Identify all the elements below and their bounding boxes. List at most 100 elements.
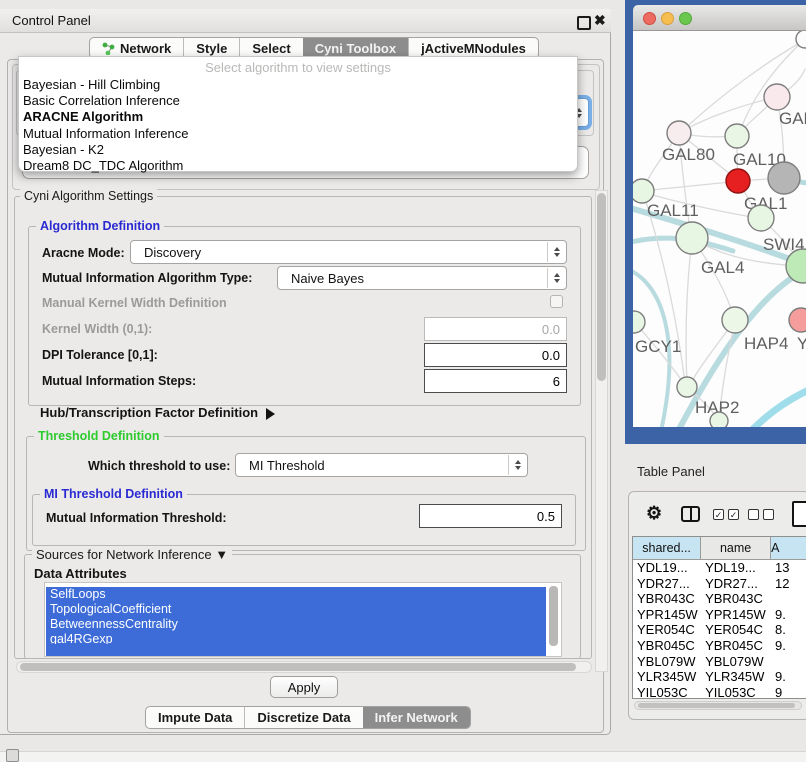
list-item[interactable]: TopologicalCoefficient	[46, 602, 546, 617]
popup-item[interactable]: Basic Correlation Inference	[19, 93, 577, 109]
network-window-titlebar	[633, 5, 806, 31]
dpi-tolerance-value: 0.0	[542, 348, 560, 363]
network-node-gal1[interactable]	[726, 169, 750, 193]
popup-item[interactable]: ARACNE Algorithm	[19, 109, 577, 125]
tab-jactivemnodules[interactable]: jActiveMNodules	[408, 38, 538, 58]
network-icon	[102, 42, 115, 55]
settings-vertical-scrollbar-thumb[interactable]	[597, 193, 606, 381]
network-edge[interactable]	[751, 387, 806, 427]
minimize-traffic-light-icon[interactable]	[661, 12, 674, 25]
manual-kernel-checkbox[interactable]	[550, 295, 563, 308]
float-window-icon[interactable]	[577, 16, 591, 30]
network-node-hap2[interactable]	[677, 377, 697, 397]
close-icon[interactable]: ✖	[594, 12, 606, 29]
close-traffic-light-icon[interactable]	[643, 12, 656, 25]
node-label: GAL11	[647, 201, 699, 220]
node-label: HAP4	[744, 334, 788, 353]
aracne-mode-label: Aracne Mode:	[42, 246, 125, 260]
table-row[interactable]: YIL053CYIL053C9	[633, 685, 806, 699]
bottom-tabs: Impute DataDiscretize DataInfer Network	[145, 706, 471, 729]
popup-item[interactable]: Bayesian - Hill Climbing	[19, 77, 577, 93]
column-header-1[interactable]: shared...	[633, 537, 701, 559]
tab-label: Style	[196, 41, 227, 56]
table-cell: YBR043C	[701, 591, 771, 607]
mi-steps-field[interactable]: 6	[424, 369, 567, 393]
table-cell: 13	[771, 560, 806, 576]
unchecked-columns-icon[interactable]	[748, 509, 774, 520]
minimized-panel-icon[interactable]	[6, 749, 19, 762]
data-attributes-list[interactable]: SelfLoopsTopologicalCoefficientBetweenne…	[44, 582, 562, 657]
network-canvas[interactable]: GALGAL80GAL10GAL1GAL11SWI4GAL4GCY1HAP4YH…	[633, 31, 806, 427]
algorithm-definition-title: Algorithm Definition	[36, 219, 164, 233]
tab-cyni-toolbox[interactable]: Cyni Toolbox	[303, 38, 408, 58]
column-header-2[interactable]: name	[701, 537, 771, 559]
mi-threshold-field[interactable]: 0.5	[419, 504, 562, 528]
tab-infer-network[interactable]: Infer Network	[363, 707, 470, 728]
tab-network[interactable]: Network	[90, 38, 183, 58]
table-row[interactable]: YBL079WYBL079W	[633, 654, 806, 670]
network-node-gal11[interactable]	[633, 179, 654, 203]
table-row[interactable]: YPR145WYPR145W9.	[633, 607, 806, 623]
network-node-y[interactable]	[789, 308, 806, 332]
which-threshold-combo[interactable]: MI Threshold	[235, 453, 528, 477]
network-node[interactable]	[768, 162, 800, 194]
expanded-arrow-icon: ▼	[215, 547, 228, 562]
tab-label: Select	[252, 41, 290, 56]
popup-item[interactable]: Dream8 DC_TDC Algorithm	[19, 158, 577, 174]
network-node-gal4[interactable]	[676, 222, 708, 254]
apply-button[interactable]: Apply	[270, 676, 338, 698]
tab-style[interactable]: Style	[183, 38, 239, 58]
column-header-3[interactable]: A	[771, 537, 806, 559]
list-item[interactable]	[46, 644, 546, 657]
network-node-swi4[interactable]	[748, 205, 774, 231]
table-horizontal-scrollbar-thumb[interactable]	[638, 703, 795, 708]
network-node-gal80[interactable]	[667, 121, 691, 145]
columns-icon[interactable]	[681, 506, 700, 522]
network-node-gal10[interactable]	[725, 124, 749, 148]
network-node[interactable]	[710, 412, 728, 427]
tab-select[interactable]: Select	[239, 38, 302, 58]
list-item[interactable]: BetweennessCentrality	[46, 617, 546, 632]
network-node-hap4[interactable]	[722, 307, 748, 333]
network-edge[interactable]	[643, 181, 738, 191]
popup-item[interactable]: Mutual Information Inference	[19, 126, 577, 142]
kernel-width-field[interactable]: 0.0	[424, 317, 567, 341]
table-row[interactable]: YLR345WYLR345W9.	[633, 669, 806, 685]
table-row[interactable]: YBR043CYBR043C	[633, 591, 806, 607]
tab-discretize-data[interactable]: Discretize Data	[244, 707, 362, 728]
aracne-mode-combo[interactable]: Discovery	[130, 240, 567, 264]
settings-vertical-scrollbar[interactable]	[595, 190, 608, 672]
table-row[interactable]: YDL19...YDL19...13	[633, 560, 806, 576]
data-attributes-label: Data Attributes	[34, 566, 127, 581]
kernel-width-label: Kernel Width (0,1):	[42, 322, 152, 336]
mi-threshold-value: 0.5	[537, 509, 555, 524]
tab-label: jActiveMNodules	[421, 41, 526, 56]
sources-toggle[interactable]: Sources for Network Inference ▼	[32, 547, 232, 562]
table-row[interactable]: YER054CYER054C8.	[633, 622, 806, 638]
table-row[interactable]: YBR045CYBR045C9.	[633, 638, 806, 654]
mi-type-combo[interactable]: Naive Bayes	[277, 266, 567, 290]
gear-icon[interactable]: ⚙	[646, 503, 662, 524]
table-cell: YDR27...	[633, 576, 701, 592]
network-node-gcy1[interactable]	[633, 311, 645, 333]
table-cell: 9.	[771, 638, 806, 654]
node-attribute-table[interactable]: shared...nameAYDL19...YDL19...13YDR27...…	[632, 536, 806, 699]
list-vertical-scrollbar-thumb[interactable]	[549, 586, 558, 646]
settings-horizontal-scrollbar[interactable]	[16, 661, 592, 673]
hub-definition-toggle[interactable]: Hub/Transcription Factor Definition	[40, 405, 275, 420]
network-node-gal[interactable]	[764, 84, 790, 110]
document-icon[interactable]	[792, 501, 806, 527]
table-cell: 9.	[771, 607, 806, 623]
network-edge[interactable]	[686, 239, 692, 385]
settings-horizontal-scrollbar-thumb[interactable]	[20, 663, 576, 671]
dpi-tolerance-field[interactable]: 0.0	[424, 343, 567, 367]
checked-columns-icon[interactable]: ✓✓	[713, 509, 739, 520]
table-horizontal-scrollbar[interactable]	[634, 701, 802, 710]
mi-type-label: Mutual Information Algorithm Type:	[42, 271, 252, 285]
table-cell: 9.	[771, 669, 806, 685]
popup-item[interactable]: Bayesian - K2	[19, 142, 577, 158]
zoom-traffic-light-icon[interactable]	[679, 12, 692, 25]
list-item[interactable]: SelfLoops	[46, 587, 546, 602]
tab-impute-data[interactable]: Impute Data	[146, 707, 244, 728]
table-row[interactable]: YDR27...YDR27...12	[633, 576, 806, 592]
